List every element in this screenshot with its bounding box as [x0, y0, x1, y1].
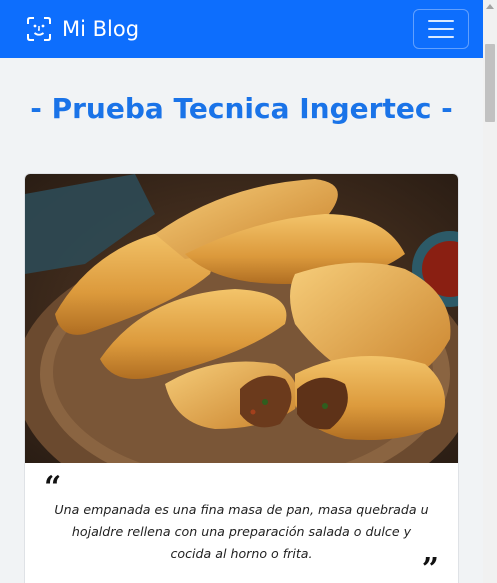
post-card: “ Una empanada es una fina masa de pan, … — [24, 173, 459, 583]
brand-label: Mi Blog — [62, 17, 140, 41]
navbar: Mi Blog — [0, 0, 483, 58]
scrollbar[interactable] — [483, 0, 497, 583]
face-scan-icon — [27, 17, 51, 41]
quote-open-icon: “ — [44, 470, 62, 505]
quote-close-icon: ” — [421, 552, 439, 583]
scroll-up-arrow-icon[interactable] — [486, 4, 494, 9]
quote-block: “ Una empanada es una fina masa de pan, … — [25, 463, 458, 583]
page-title: - Prueba Tecnica Ingertec - — [30, 92, 453, 125]
empanadas-photo — [25, 174, 458, 463]
navbar-toggle-button[interactable] — [413, 9, 469, 49]
quote-text: Una empanada es una fina masa de pan, ma… — [54, 502, 429, 561]
scroll-thumb[interactable] — [485, 44, 495, 122]
navbar-brand[interactable]: Mi Blog — [26, 16, 139, 42]
hamburger-menu-icon — [428, 20, 454, 38]
